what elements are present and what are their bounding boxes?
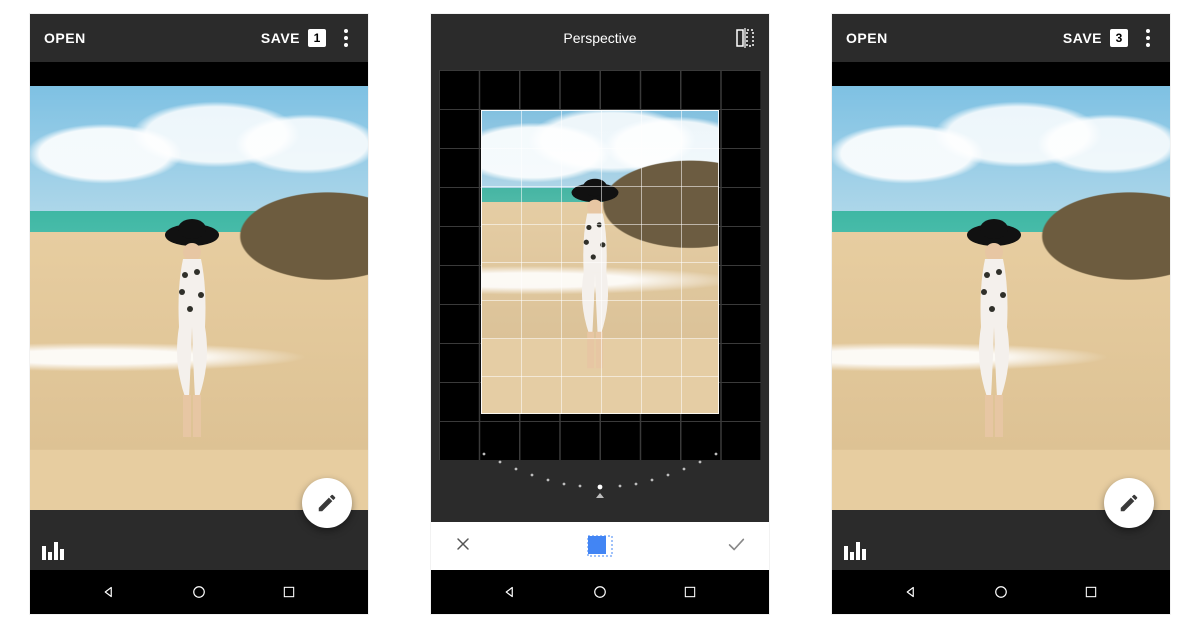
save-count-badge[interactable]: 3 [1110, 29, 1128, 47]
dial-indicator-icon [596, 493, 604, 498]
screen-home-after: OPEN SAVE 3 [832, 14, 1170, 614]
edit-fab[interactable] [1104, 478, 1154, 528]
nav-home-icon[interactable] [589, 581, 611, 603]
apply-button[interactable] [725, 533, 747, 560]
nav-recent-icon[interactable] [1080, 581, 1102, 603]
nav-recent-icon[interactable] [679, 581, 701, 603]
free-transform-mode[interactable] [585, 533, 615, 559]
photo-canvas[interactable] [30, 62, 368, 570]
screen-home-before: OPEN SAVE 1 [30, 14, 368, 614]
save-count-badge[interactable]: 1 [308, 29, 326, 47]
android-nav [832, 570, 1170, 614]
checkmark-icon [725, 533, 747, 555]
nav-home-icon[interactable] [188, 581, 210, 603]
android-nav [30, 570, 368, 614]
perspective-topbar: Perspective [431, 14, 769, 62]
transformed-photo[interactable] [481, 110, 719, 414]
pencil-icon [1118, 492, 1140, 514]
screen-perspective: Perspective [431, 14, 769, 614]
perspective-grid[interactable] [439, 70, 761, 460]
nav-back-icon[interactable] [900, 581, 922, 603]
close-icon [453, 534, 473, 554]
open-button[interactable]: OPEN [846, 30, 888, 46]
save-button[interactable]: SAVE [1063, 30, 1102, 46]
topbar: OPEN SAVE 1 [30, 14, 368, 62]
save-button[interactable]: SAVE [261, 30, 300, 46]
nav-recent-icon[interactable] [278, 581, 300, 603]
pencil-icon [316, 492, 338, 514]
nav-back-icon[interactable] [98, 581, 120, 603]
photo-canvas[interactable] [832, 62, 1170, 570]
bounding-box-icon [585, 533, 615, 559]
flip-icon[interactable] [733, 26, 757, 50]
histogram-icon[interactable] [844, 538, 870, 560]
perspective-actionbar [431, 522, 769, 570]
rotation-dial[interactable] [431, 442, 769, 512]
histogram-icon[interactable] [42, 538, 68, 560]
android-nav [431, 570, 769, 614]
nav-home-icon[interactable] [990, 581, 1012, 603]
tool-title: Perspective [563, 30, 636, 46]
more-options-icon[interactable] [334, 26, 358, 50]
nav-back-icon[interactable] [499, 581, 521, 603]
cancel-button[interactable] [453, 534, 473, 559]
edit-fab[interactable] [302, 478, 352, 528]
open-button[interactable]: OPEN [44, 30, 86, 46]
topbar: OPEN SAVE 3 [832, 14, 1170, 62]
perspective-body [431, 62, 769, 570]
more-options-icon[interactable] [1136, 26, 1160, 50]
